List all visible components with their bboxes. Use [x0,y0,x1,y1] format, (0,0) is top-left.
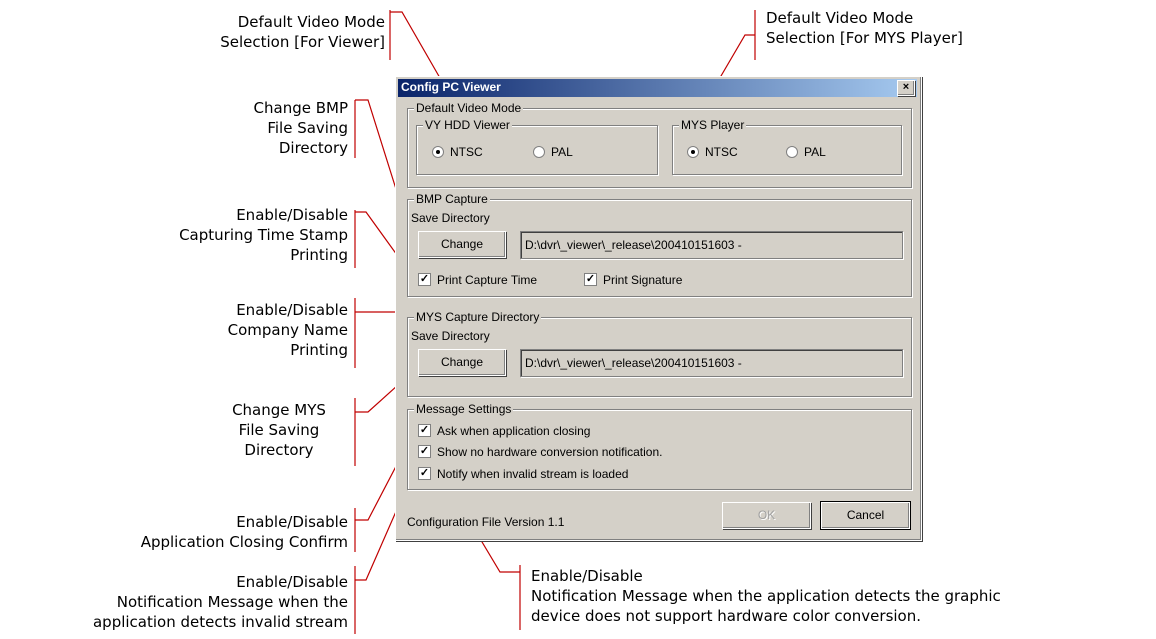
viewer-ntsc-radio[interactable] [432,146,444,158]
config-version-text: Configuration File Version 1.1 [407,515,565,529]
viewer-pal-radio[interactable] [533,146,545,158]
annotation-app-closing: Enable/Disable Application Closing Confi… [140,513,348,551]
close-icon: × [902,81,910,93]
dialog-title: Config PC Viewer [401,80,501,94]
mys-change-button[interactable]: Change [418,349,506,376]
print-signature-label: Print Signature [603,273,683,287]
annotation-company-name: Enable/Disable Company Name Printing [227,301,348,359]
mys-mode-group: MYS Player NTSC PAL [672,118,902,175]
default-video-mode-legend: Default Video Mode [414,101,524,115]
bmp-save-directory-label: Save Directory [411,211,490,225]
print-capture-time-checkbox[interactable]: ✓ [418,273,431,286]
cancel-button[interactable]: Cancel [820,501,911,530]
viewer-mode-group: VY HDD Viewer NTSC PAL [416,118,658,175]
invalid-stream-checkbox[interactable]: ✓ [418,467,431,480]
bmp-capture-group: BMP Capture Save Directory Change D:\dvr… [407,192,912,297]
bmp-capture-legend: BMP Capture [414,192,490,206]
ask-closing-checkbox[interactable]: ✓ [418,424,431,437]
mys-mode-legend: MYS Player [679,118,747,132]
message-settings-group: Message Settings ✓ Ask when application … [407,402,912,490]
dialog-titlebar: Config PC Viewer × [398,79,917,97]
annotation-change-mys: Change MYS File Saving Directory [232,401,326,459]
annotation-change-bmp: Change BMP File Saving Directory [253,99,348,157]
mys-save-directory-label: Save Directory [411,329,490,343]
ask-closing-label: Ask when application closing [437,424,591,438]
mys-capture-group: MYS Capture Directory Save Directory Cha… [407,310,912,397]
message-settings-legend: Message Settings [414,402,514,416]
annotation-capture-time: Enable/Disable Capturing Time Stamp Prin… [179,206,348,264]
annotation-default-video-mys: Default Video Mode Selection [For MYS Pl… [766,9,963,47]
viewer-mode-legend: VY HDD Viewer [423,118,512,132]
print-signature-checkbox[interactable]: ✓ [584,273,597,286]
annotation-hw-conversion: Enable/Disable Notification Message when… [531,567,1001,625]
hw-conversion-label: Show no hardware conversion notification… [437,445,663,459]
close-button[interactable]: × [897,80,915,96]
mys-capture-legend: MYS Capture Directory [414,310,542,324]
print-capture-time-label: Print Capture Time [437,273,538,287]
viewer-ntsc-label: NTSC [450,145,483,159]
config-dialog: Config PC Viewer × Default Video Mode VY… [395,76,922,541]
mys-pal-label: PAL [804,145,826,159]
bmp-directory-path: D:\dvr\_viewer\_release\200410151603 - [520,231,903,259]
mys-ntsc-radio[interactable] [687,146,699,158]
viewer-pal-label: PAL [551,145,573,159]
bmp-change-button[interactable]: Change [418,231,506,258]
hw-conversion-checkbox[interactable]: ✓ [418,445,431,458]
mys-pal-radio[interactable] [786,146,798,158]
mys-directory-path: D:\dvr\_viewer\_release\200410151603 - [520,349,903,377]
annotation-default-video-viewer: Default Video Mode Selection [For Viewer… [220,13,385,51]
default-video-mode-group: Default Video Mode VY HDD Viewer NTSC PA… [407,101,912,188]
invalid-stream-label: Notify when invalid stream is loaded [437,467,629,481]
annotation-invalid-stream: Enable/Disable Notification Message when… [92,573,348,631]
mys-ntsc-label: NTSC [705,145,738,159]
ok-button[interactable]: OK [722,502,811,529]
